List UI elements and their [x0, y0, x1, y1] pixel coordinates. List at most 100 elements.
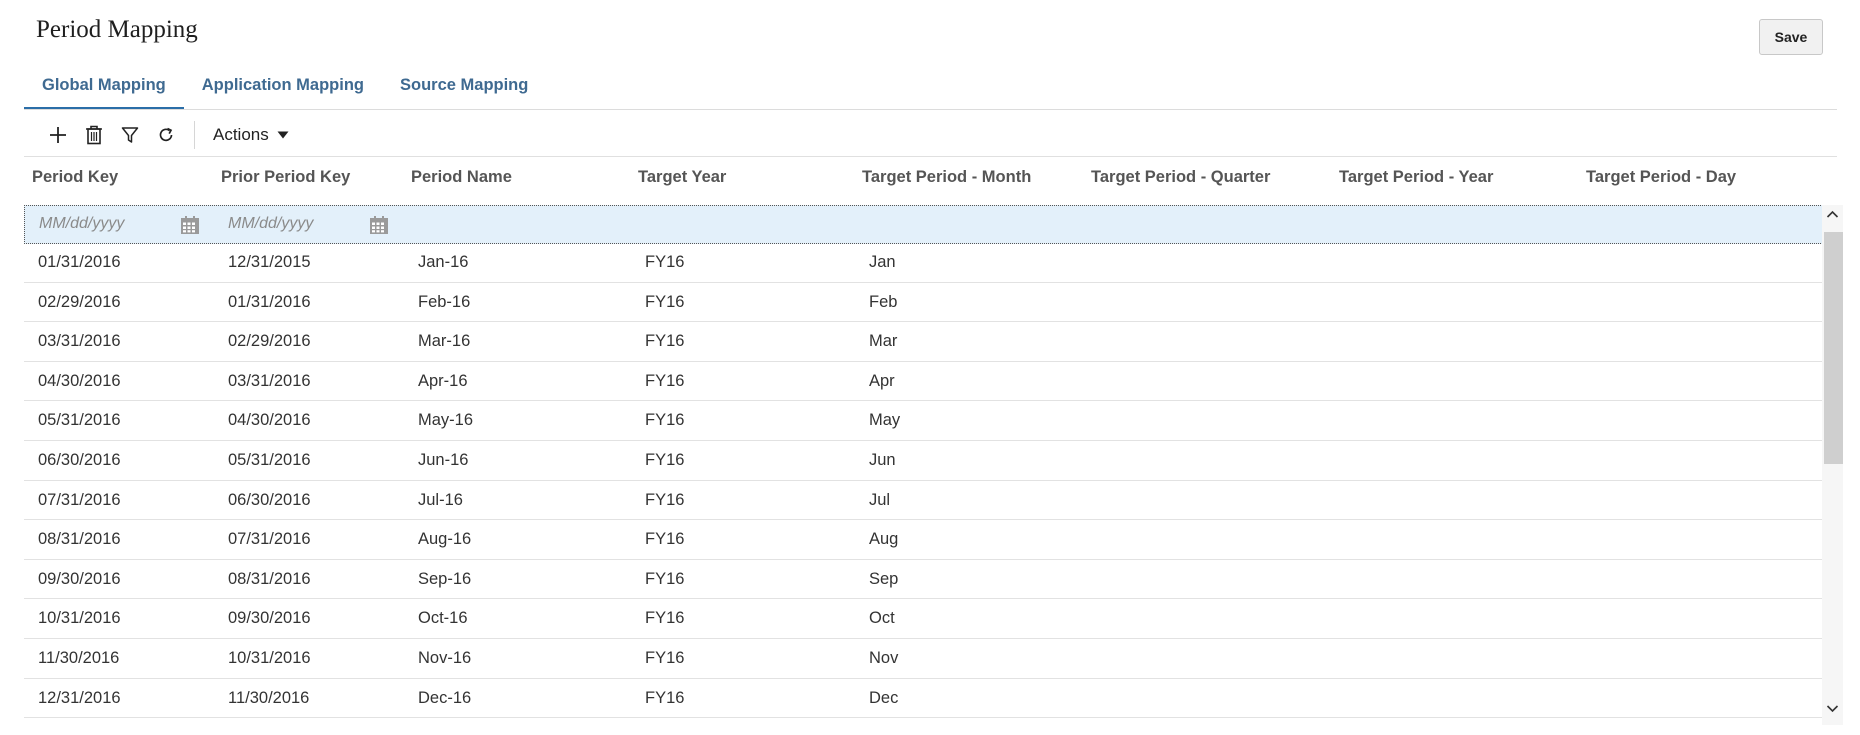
table-row[interactable]: 07/31/2016 06/30/2016 Jul-16 FY16 Jul: [24, 481, 1822, 521]
cell-period-name: Dec-16: [418, 688, 472, 707]
cell-period-name: Nov-16: [418, 648, 472, 667]
table-row[interactable]: 06/30/2016 05/31/2016 Jun-16 FY16 Jun: [24, 441, 1822, 481]
column-header-target-period-year[interactable]: Target Period - Year: [1339, 168, 1493, 187]
cell-target-year: FY16: [645, 688, 685, 707]
table-row[interactable]: 02/29/2016 01/31/2016 Feb-16 FY16 Feb: [24, 283, 1822, 323]
cell-period-name: Apr-16: [418, 371, 468, 390]
cell-period-key: 08/31/2016: [38, 530, 121, 549]
cell-period-name: Mar-16: [418, 332, 471, 351]
cell-target-period-month: Sep: [869, 569, 899, 588]
cell-target-period-month: Apr: [869, 371, 895, 390]
period-key-filter: [39, 206, 209, 243]
cell-target-year: FY16: [645, 490, 685, 509]
cell-target-period-month: Feb: [869, 292, 898, 311]
cell-period-key: 11/30/2016: [38, 648, 120, 667]
data-grid: 01/31/2016 12/31/2015 Jan-16 FY16 Jan 02/29/2…: [24, 243, 1822, 719]
cell-target-period-month: Jun: [869, 450, 896, 469]
cell-period-key: 04/30/2016: [38, 371, 121, 390]
cell-period-name: Oct-16: [418, 609, 468, 628]
prior-period-key-filter: [228, 206, 398, 243]
cell-prior-period-key: 06/30/2016: [228, 490, 311, 509]
table-row[interactable]: 09/30/2016 08/31/2016 Sep-16 FY16 Sep: [24, 560, 1822, 600]
page-title: Period Mapping: [36, 16, 198, 43]
cell-period-name: Aug-16: [418, 530, 472, 549]
refresh-button[interactable]: [148, 117, 184, 153]
table-row[interactable]: 08/31/2016 07/31/2016 Aug-16 FY16 Aug: [24, 520, 1822, 560]
cell-prior-period-key: 05/31/2016: [228, 450, 311, 469]
column-header-target-period-month[interactable]: Target Period - Month: [862, 168, 1031, 187]
cell-period-key: 01/31/2016: [38, 253, 121, 271]
cell-target-year: FY16: [645, 292, 685, 311]
toolbar-divider: [24, 156, 1837, 157]
table-header: Period Key Prior Period Key Period Name …: [24, 158, 1824, 198]
cell-target-period-month: Oct: [869, 609, 895, 628]
cell-target-year: FY16: [645, 253, 685, 271]
scroll-down-icon[interactable]: [1826, 702, 1839, 715]
cell-prior-period-key: 12/31/2015: [228, 253, 311, 271]
column-header-target-period-day[interactable]: Target Period - Day: [1586, 168, 1736, 187]
scrollbar-thumb[interactable]: [1824, 232, 1843, 464]
cell-period-name: Jan-16: [418, 253, 469, 271]
column-header-period-key[interactable]: Period Key: [32, 168, 118, 187]
actions-label: Actions: [213, 125, 269, 144]
column-header-period-name[interactable]: Period Name: [411, 168, 512, 187]
delete-button[interactable]: [76, 117, 112, 153]
prior-period-key-filter-input[interactable]: [228, 212, 358, 236]
scroll-up-icon[interactable]: [1826, 208, 1839, 221]
cell-target-year: FY16: [645, 450, 685, 469]
cell-period-key: 03/31/2016: [38, 332, 121, 351]
filter-icon: [121, 127, 139, 143]
cell-target-year: FY16: [645, 411, 685, 430]
table-row[interactable]: 10/31/2016 09/30/2016 Oct-16 FY16 Oct: [24, 599, 1822, 639]
tab-source-mapping[interactable]: Source Mapping: [382, 66, 546, 110]
cell-period-key: 09/30/2016: [38, 569, 121, 588]
actions-menu-button[interactable]: Actions: [207, 125, 295, 145]
filter-row: [24, 205, 1823, 244]
column-header-target-period-quarter[interactable]: Target Period - Quarter: [1091, 168, 1270, 187]
delete-icon: [86, 125, 102, 145]
tab-application-mapping[interactable]: Application Mapping: [184, 66, 382, 110]
calendar-icon[interactable]: [180, 215, 200, 235]
cell-prior-period-key: 02/29/2016: [228, 332, 311, 351]
cell-prior-period-key: 11/30/2016: [228, 688, 310, 707]
cell-target-year: FY16: [645, 569, 685, 588]
calendar-icon[interactable]: [369, 215, 389, 235]
table-row[interactable]: 01/31/2016 12/31/2015 Jan-16 FY16 Jan: [24, 243, 1822, 283]
cell-prior-period-key: 04/30/2016: [228, 411, 311, 430]
cell-target-year: FY16: [645, 332, 685, 351]
cell-period-name: May-16: [418, 411, 474, 430]
cell-target-period-month: Dec: [869, 688, 899, 707]
cell-prior-period-key: 10/31/2016: [228, 648, 311, 667]
cell-target-period-month: Mar: [869, 332, 898, 351]
table-row[interactable]: 04/30/2016 03/31/2016 Apr-16 FY16 Apr: [24, 362, 1822, 402]
add-icon: [50, 127, 66, 143]
cell-target-year: FY16: [645, 371, 685, 390]
cell-period-key: 05/31/2016: [38, 411, 121, 430]
save-button[interactable]: Save: [1759, 19, 1823, 55]
caret-down-icon: [277, 131, 289, 139]
cell-period-name: Jul-16: [418, 490, 463, 509]
cell-period-name: Sep-16: [418, 569, 472, 588]
cell-period-key: 12/31/2016: [38, 688, 121, 707]
cell-target-period-month: Aug: [869, 530, 899, 549]
cell-prior-period-key: 03/31/2016: [228, 371, 311, 390]
filter-button[interactable]: [112, 117, 148, 153]
tab-bar: Global Mapping Application Mapping Sourc…: [24, 66, 546, 110]
column-header-prior-period-key[interactable]: Prior Period Key: [221, 168, 350, 187]
cell-target-period-month: Jul: [869, 490, 891, 509]
table-row[interactable]: 12/31/2016 11/30/2016 Dec-16 FY16 Dec: [24, 679, 1822, 719]
add-button[interactable]: [40, 117, 76, 153]
cell-prior-period-key: 08/31/2016: [228, 569, 311, 588]
cell-period-key: 10/31/2016: [38, 609, 121, 628]
column-header-target-year[interactable]: Target Year: [638, 168, 726, 187]
table-row[interactable]: 05/31/2016 04/30/2016 May-16 FY16 May: [24, 401, 1822, 441]
cell-prior-period-key: 09/30/2016: [228, 609, 311, 628]
tab-global-mapping[interactable]: Global Mapping: [24, 66, 184, 110]
table-row[interactable]: 11/30/2016 10/31/2016 Nov-16 FY16 Nov: [24, 639, 1822, 679]
cell-target-period-month: Jan: [869, 253, 896, 271]
toolbar-separator: [194, 121, 195, 149]
period-key-filter-input[interactable]: [39, 212, 169, 236]
cell-target-year: FY16: [645, 648, 685, 667]
cell-prior-period-key: 01/31/2016: [228, 292, 311, 311]
table-row[interactable]: 03/31/2016 02/29/2016 Mar-16 FY16 Mar: [24, 322, 1822, 362]
